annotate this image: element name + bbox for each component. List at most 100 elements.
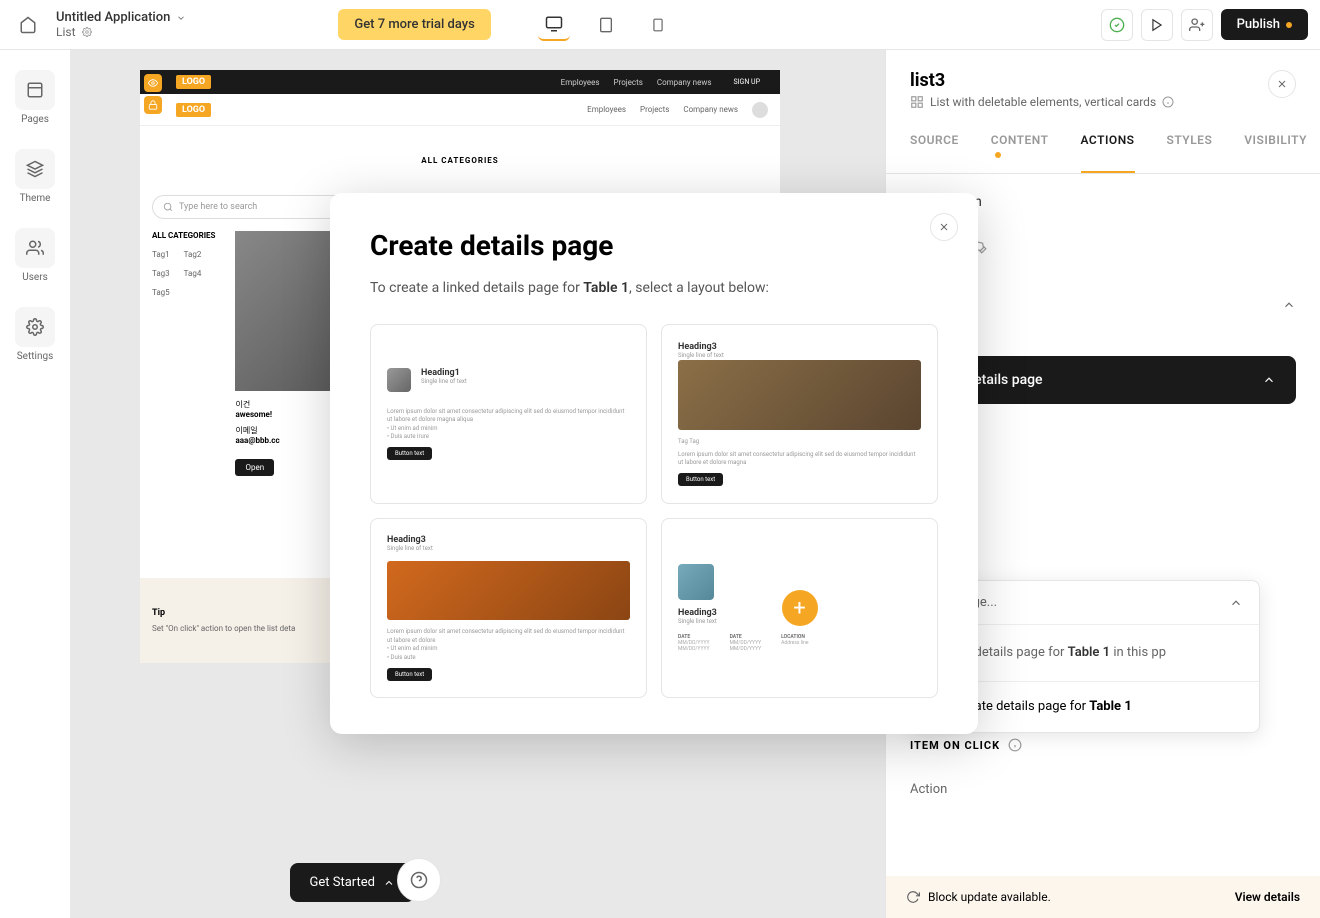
view-details-link[interactable]: View details — [1235, 890, 1300, 904]
modal-description: To create a linked details page for Tabl… — [370, 280, 938, 296]
tag: Tag2 — [184, 250, 202, 259]
nav-projects: Projects — [640, 105, 669, 114]
tab-source[interactable]: SOURCE — [910, 121, 959, 173]
layout-button: Button text — [387, 668, 432, 681]
canvas-header-light: LOGO Employees Projects Company news — [140, 94, 780, 126]
logo-light: LOGO — [176, 103, 211, 117]
logo-dark: LOGO — [176, 75, 211, 89]
layout-option-1[interactable]: Heading1 Single line of text Lorem ipsum… — [370, 324, 647, 504]
close-panel-button[interactable] — [1268, 70, 1296, 98]
get-started-label: Get Started — [310, 875, 375, 890]
layout-heading: Heading3 — [387, 535, 630, 545]
checkmark-button[interactable] — [1101, 9, 1133, 41]
nav-news-dark: Company news — [657, 78, 712, 87]
layout-button: Button text — [678, 473, 723, 486]
tags-header: ALL CATEGORIES — [152, 231, 215, 240]
nav-employees-dark: Employees — [561, 78, 600, 87]
publish-label: Publish — [1237, 17, 1280, 32]
tablet-tab[interactable] — [590, 9, 622, 41]
info-icon[interactable] — [1008, 738, 1022, 752]
search-placeholder: Type here to search — [179, 202, 257, 212]
signup-btn: SIGN UP — [725, 75, 768, 89]
canvas-header-dark: LOGO Employees Projects Company news SIG… — [140, 70, 780, 94]
panel-title: list3 — [910, 70, 1174, 91]
users-icon — [15, 228, 55, 268]
breadcrumb: List — [56, 25, 186, 39]
tag: Tag5 — [152, 288, 170, 297]
layout-heading: Heading3 — [678, 342, 921, 352]
sidebar-settings-label: Settings — [17, 351, 54, 362]
app-title[interactable]: Untitled Application — [56, 10, 186, 25]
modal-title: Create details page — [370, 229, 938, 262]
chevron-up-icon — [1229, 596, 1243, 610]
nav-employees: Employees — [587, 105, 626, 114]
layout-sub: Single line of text — [387, 545, 630, 553]
layout-sub: Single line of text — [678, 352, 921, 360]
chevron-up-icon — [1282, 298, 1296, 312]
modal-close-button[interactable] — [930, 213, 958, 241]
layout-option-2[interactable]: Heading3 Single line of text Tag Tag Lor… — [661, 324, 938, 504]
publish-indicator-icon — [1286, 22, 1292, 28]
chevron-down-icon — [176, 13, 186, 23]
sidebar-theme[interactable]: Theme — [15, 149, 55, 204]
plus-fab-icon: + — [782, 590, 818, 626]
nav-news: Company news — [683, 105, 738, 114]
gear-icon[interactable] — [82, 27, 92, 37]
layout-avatar — [387, 368, 411, 392]
eye-pill-icon[interactable] — [144, 74, 162, 92]
tab-styles[interactable]: STYLES — [1167, 121, 1213, 173]
tab-content[interactable]: CONTENT — [991, 121, 1049, 173]
close-icon — [1276, 78, 1288, 90]
app-name-text: Untitled Application — [56, 10, 170, 25]
layout-avatar — [678, 564, 714, 600]
grid-icon — [910, 95, 924, 109]
lock-pill-icon[interactable] — [144, 96, 162, 114]
refresh-icon — [906, 890, 920, 904]
layout-option-3[interactable]: Heading3 Single line of text Lorem ipsum… — [370, 518, 647, 698]
panel-subtitle: List with deletable elements, vertical c… — [910, 95, 1174, 109]
settings-icon — [15, 307, 55, 347]
create-details-table: Table 1 — [1089, 699, 1132, 714]
tab-content-label: CONTENT — [991, 133, 1049, 147]
update-notice: Block update available. View details — [886, 876, 1320, 918]
play-button[interactable] — [1141, 9, 1173, 41]
chevron-up-icon — [383, 877, 395, 889]
tag: Tag3 — [152, 269, 170, 278]
create-details-modal: Create details page To create a linked d… — [330, 193, 978, 734]
help-icon — [410, 871, 428, 889]
tag: Tag1 — [152, 250, 170, 259]
layout-option-4[interactable]: + Heading3 Single line text DATE MM/DD/Y… — [661, 518, 938, 698]
sidebar-users[interactable]: Users — [15, 228, 55, 283]
item-click-label: ITEM ON CLICK — [910, 739, 1000, 752]
help-button[interactable] — [397, 858, 441, 902]
info-icon[interactable] — [1162, 96, 1174, 108]
nav-projects-dark: Projects — [614, 78, 643, 87]
publish-button[interactable]: Publish — [1221, 9, 1308, 40]
pages-icon — [15, 70, 55, 110]
layout-heading: Heading1 — [421, 368, 467, 378]
action-label: Action — [910, 782, 1296, 797]
block-update-text: Block update available. — [928, 890, 1051, 904]
tab-visibility[interactable]: VISIBILITY — [1244, 121, 1307, 173]
card-open-btn: Open — [235, 459, 274, 476]
search-icon — [163, 202, 173, 212]
theme-icon — [15, 149, 55, 189]
tab-actions[interactable]: ACTIONS — [1081, 121, 1135, 173]
trial-button[interactable]: Get 7 more trial days — [338, 9, 490, 40]
sidebar-settings[interactable]: Settings — [15, 307, 55, 362]
close-icon — [938, 221, 950, 233]
content-indicator-icon — [995, 152, 1001, 158]
mobile-tab[interactable] — [642, 9, 674, 41]
layout-button: Button text — [387, 447, 432, 460]
layout-image — [387, 561, 630, 620]
sidebar-theme-label: Theme — [20, 193, 51, 204]
sidebar-users-label: Users — [22, 272, 48, 283]
home-button[interactable] — [12, 9, 44, 41]
breadcrumb-text: List — [56, 25, 76, 39]
category-banner: ALL CATEGORIES — [140, 126, 780, 195]
tag: Tag4 — [184, 269, 202, 278]
chevron-up-icon — [1262, 373, 1276, 387]
sidebar-pages[interactable]: Pages — [15, 70, 55, 125]
desktop-tab[interactable] — [538, 9, 570, 41]
share-button[interactable] — [1181, 9, 1213, 41]
